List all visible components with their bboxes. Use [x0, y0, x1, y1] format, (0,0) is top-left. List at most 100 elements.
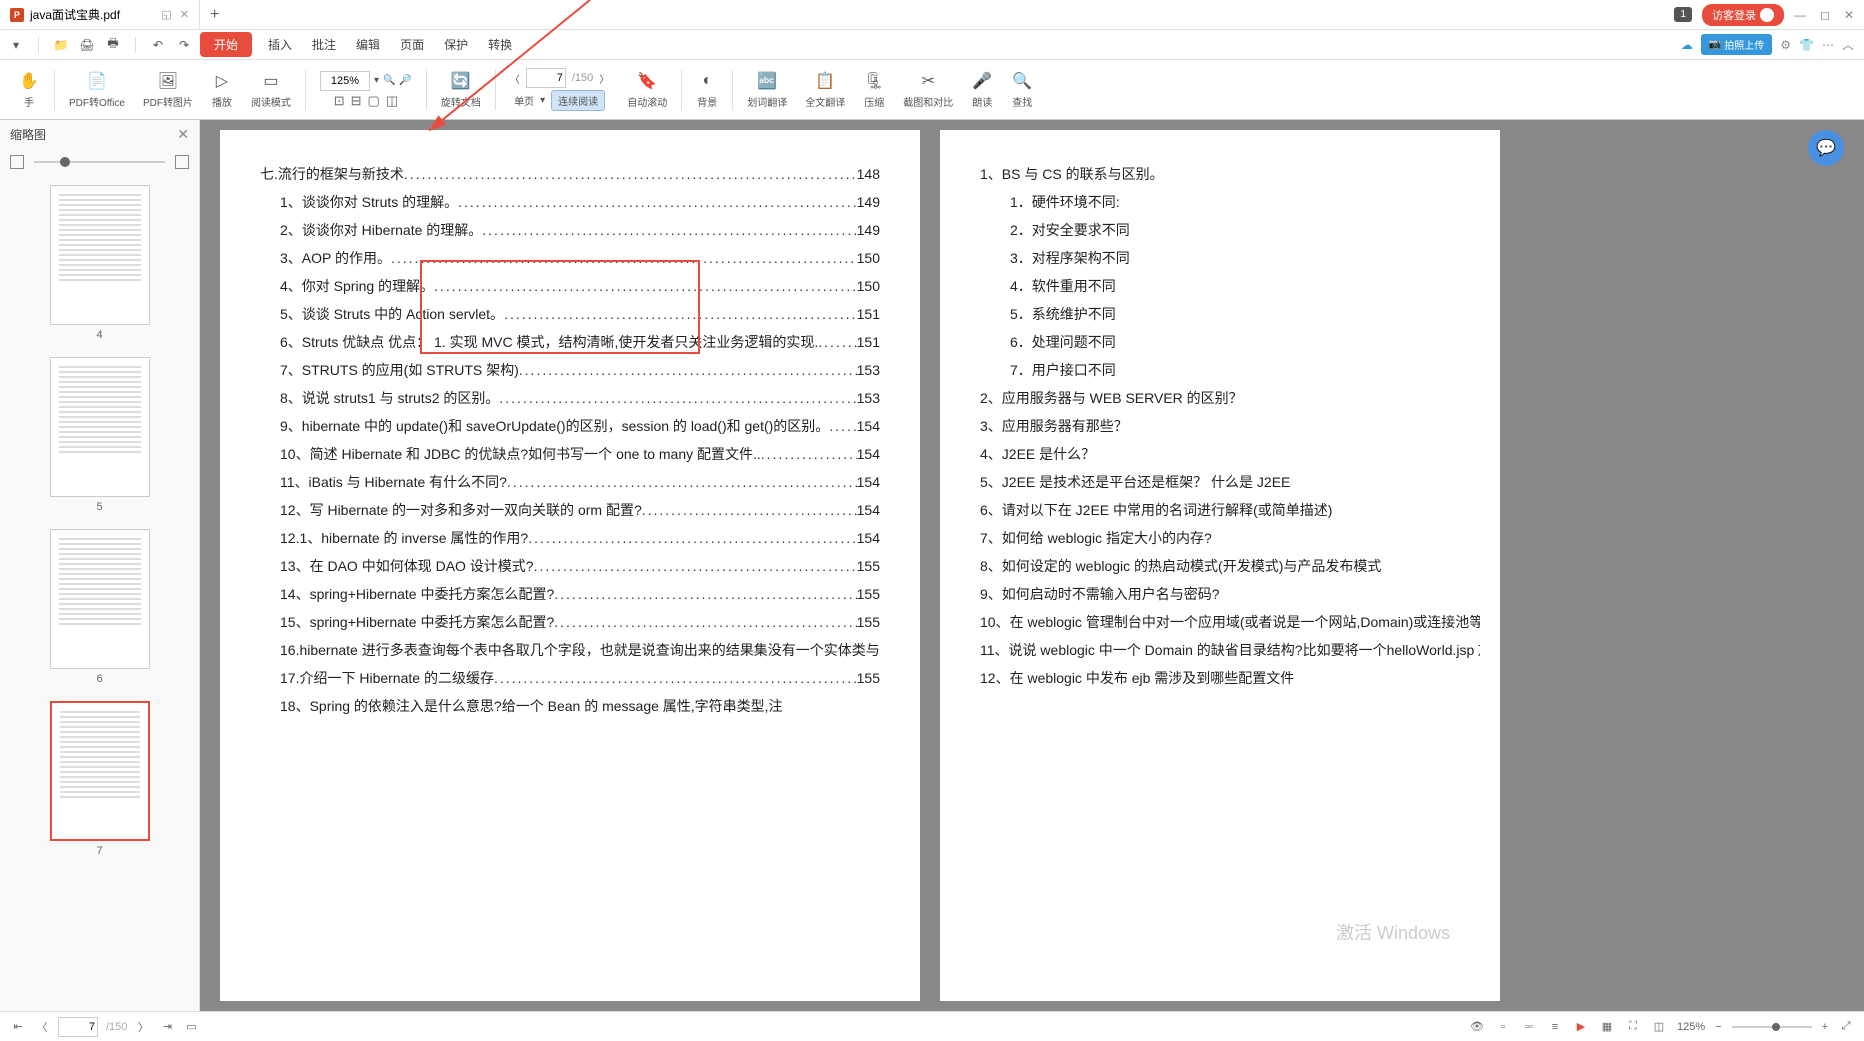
play-button[interactable]: ▷ 播放	[203, 70, 241, 109]
new-tab-button[interactable]: +	[200, 6, 229, 24]
zoom-minus-icon[interactable]: −	[1715, 1021, 1721, 1033]
menubar: ▾ 📁 🖨 🖶 ↶ ↷ 开始 插入 批注 编辑 页面 保护 转换 ☁ 📷 拍照上…	[0, 30, 1864, 60]
view-full-icon[interactable]: ⛶	[1625, 1019, 1641, 1035]
view-grid-icon[interactable]: ▦	[1599, 1019, 1615, 1035]
toc-entry: 6、请对以下在 J2EE 中常用的名词进行解释(或简单描述)	[980, 496, 1480, 524]
read-aloud-button[interactable]: 🎤 朗读	[963, 70, 1001, 109]
thumb-label: 5	[96, 501, 102, 513]
toc-entry: 七.流行的框架与新技术.............................…	[260, 160, 880, 188]
word-translate-button[interactable]: 🔤 划词翻译	[739, 70, 795, 109]
thumbnail-page-6[interactable]: 6	[10, 529, 189, 685]
menu-insert[interactable]: 插入	[260, 32, 300, 57]
tab-pin-icon[interactable]: ◱	[161, 8, 171, 21]
single-page-button[interactable]: 单页	[514, 93, 534, 108]
toc-entry: 8、如何设定的 weblogic 的热启动模式(开发模式)与产品发布模式	[980, 552, 1480, 580]
view-continuous-icon[interactable]: ≡	[1547, 1019, 1563, 1035]
toc-entry: 14、spring+Hibernate 中委托方案怎么配置?..........…	[260, 580, 880, 608]
compress-button[interactable]: 🗜 压缩	[855, 70, 893, 109]
pdf-to-image-button[interactable]: 🖼 PDF转图片	[135, 70, 201, 109]
cloud-upload-button[interactable]: 📷 拍照上传	[1701, 34, 1772, 55]
thumb-grid-icon[interactable]	[175, 155, 189, 169]
tab-controls: ◱ ✕	[161, 8, 189, 21]
background-button[interactable]: ◐ 背景	[688, 70, 726, 109]
thumb-view-icon[interactable]	[10, 155, 24, 169]
status-page-input[interactable]	[58, 1017, 98, 1037]
menu-edit[interactable]: 编辑	[348, 32, 388, 57]
find-button[interactable]: 🔍 查找	[1003, 70, 1041, 109]
rotate-button[interactable]: 🔄 旋转文档	[433, 70, 489, 109]
panel-toggle-icon[interactable]: ▭	[183, 1019, 199, 1035]
fullscreen-icon[interactable]: ⤢	[1838, 1019, 1854, 1035]
thumbnail-page-7[interactable]: 7	[10, 701, 189, 857]
assistant-float-button[interactable]: 💬	[1808, 130, 1844, 166]
view-book-icon[interactable]: ▶	[1573, 1019, 1589, 1035]
next-page-status-icon[interactable]: 〉	[135, 1019, 151, 1035]
cloud-icon[interactable]: ☁	[1681, 38, 1693, 52]
crop-compare-button[interactable]: ✂ 截图和对比	[895, 70, 961, 109]
view-double-icon[interactable]: ▫▫	[1521, 1019, 1537, 1035]
toc-entry: 17.介绍一下 Hibernate 的二级缓存.................…	[260, 664, 880, 692]
menu-page[interactable]: 页面	[392, 32, 432, 57]
settings-icon[interactable]: ⚙	[1780, 38, 1791, 52]
eye-icon[interactable]: 👁	[1469, 1019, 1485, 1035]
continuous-read-button[interactable]: 连续阅读	[551, 90, 605, 111]
more-icon[interactable]: ⋯	[1822, 38, 1834, 52]
background-icon: ◐	[696, 70, 718, 92]
fit-page-icon[interactable]: ⊟	[351, 93, 362, 109]
skin-icon[interactable]: 👕	[1799, 38, 1814, 52]
rotate-icon: 🔄	[450, 70, 472, 92]
redo-icon[interactable]: ↷	[176, 37, 192, 53]
pdf-page-right: 1、BS 与 CS 的联系与区别。 激活 Windows1．硬件环境不同:2．对…	[940, 130, 1500, 1001]
prev-page-icon[interactable]: 〈	[510, 71, 520, 86]
zoom-plus-icon[interactable]: +	[1822, 1021, 1828, 1033]
zoom-dropdown-icon[interactable]: ▾	[374, 75, 379, 86]
zoom-out-icon[interactable]: 🔍	[383, 75, 395, 86]
close-icon[interactable]: ✕	[1844, 8, 1854, 22]
fit-width-icon[interactable]: ⊡	[334, 93, 345, 109]
document-tab[interactable]: P java面试宝典.pdf ◱ ✕	[0, 0, 200, 29]
last-page-icon[interactable]: ⇥	[159, 1019, 175, 1035]
minimize-icon[interactable]: —	[1794, 8, 1806, 22]
menu-annotate[interactable]: 批注	[304, 32, 344, 57]
read-mode-button[interactable]: ▭ 阅读模式	[243, 70, 299, 109]
full-translate-button[interactable]: 📋 全文翻译	[797, 70, 853, 109]
page-input[interactable]	[526, 68, 566, 88]
next-page-icon[interactable]: 〉	[599, 71, 609, 86]
crop-icon: ✂	[917, 70, 939, 92]
start-tab[interactable]: 开始	[200, 32, 252, 57]
bookmark-button[interactable]: 🔖 自动滚动	[619, 70, 675, 109]
maximize-icon[interactable]: ◻	[1820, 8, 1830, 22]
first-page-icon[interactable]: ⇤	[10, 1019, 26, 1035]
save-icon[interactable]: 🖨	[79, 37, 95, 53]
thumbnail-page-4[interactable]: 4	[10, 185, 189, 341]
fit-icon[interactable]: ◫	[386, 93, 398, 109]
notification-badge[interactable]: 1	[1674, 7, 1692, 22]
page-total: /150	[572, 72, 593, 84]
hand-tool[interactable]: ✋ 手	[10, 70, 48, 109]
double-page-icon[interactable]: ▾	[540, 95, 545, 106]
collapse-icon[interactable]: ︿	[1842, 36, 1854, 53]
menu-dropdown-icon[interactable]: ▾	[8, 37, 24, 53]
menu-protect[interactable]: 保护	[436, 32, 476, 57]
sidebar-close-icon[interactable]: ✕	[177, 126, 189, 143]
toc-entry: 2．对安全要求不同	[980, 216, 1480, 244]
zoom-in-icon[interactable]: 🔎	[399, 75, 411, 86]
zoom-input[interactable]	[320, 71, 370, 91]
login-button[interactable]: 访客登录	[1702, 4, 1784, 26]
view-single-icon[interactable]: ▫	[1495, 1019, 1511, 1035]
image-icon: 🖼	[157, 70, 179, 92]
open-icon[interactable]: 📁	[53, 37, 69, 53]
undo-icon[interactable]: ↶	[150, 37, 166, 53]
convert-icon: 📄	[86, 70, 108, 92]
menu-convert[interactable]: 转换	[480, 32, 520, 57]
actual-size-icon[interactable]: ▢	[368, 93, 380, 109]
pdf-to-office-button[interactable]: 📄 PDF转Office	[61, 70, 133, 109]
view-fit-icon[interactable]: ◫	[1651, 1019, 1667, 1035]
prev-page-status-icon[interactable]: 〈	[34, 1019, 50, 1035]
zoom-slider[interactable]	[1732, 1026, 1812, 1028]
thumb-size-slider[interactable]	[34, 161, 165, 163]
page-viewport[interactable]: 七.流行的框架与新技术.............................…	[200, 120, 1864, 1011]
tab-close-icon[interactable]: ✕	[180, 8, 189, 21]
print-icon[interactable]: 🖶	[105, 37, 121, 53]
thumbnail-page-5[interactable]: 5	[10, 357, 189, 513]
